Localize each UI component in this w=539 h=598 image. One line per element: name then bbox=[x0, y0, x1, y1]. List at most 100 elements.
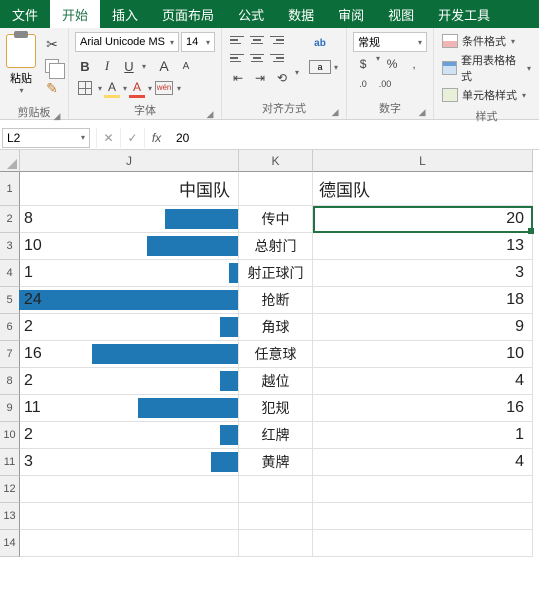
cell[interactable] bbox=[239, 172, 313, 206]
row-header[interactable]: 12 bbox=[0, 476, 20, 503]
chevron-down-icon[interactable]: ▾ bbox=[19, 86, 23, 95]
row-header[interactable]: 1 bbox=[0, 172, 20, 206]
cell[interactable] bbox=[313, 503, 533, 530]
italic-button[interactable]: I bbox=[97, 56, 117, 76]
cut-icon[interactable]: ✂ bbox=[42, 34, 62, 54]
fill-color-button[interactable]: A bbox=[104, 78, 120, 98]
font-size-select[interactable]: 14▾ bbox=[181, 32, 215, 52]
align-top-left[interactable] bbox=[228, 32, 246, 48]
formula-input[interactable] bbox=[168, 128, 539, 148]
chevron-down-icon[interactable]: ▾ bbox=[295, 68, 299, 88]
cell[interactable]: 1 bbox=[20, 260, 239, 287]
cell[interactable]: 9 bbox=[313, 314, 533, 341]
format-painter-icon[interactable]: ✎ bbox=[42, 78, 62, 98]
tab-review[interactable]: 审阅 bbox=[326, 0, 376, 28]
col-header-L[interactable]: L bbox=[313, 150, 533, 172]
cell[interactable]: 角球 bbox=[239, 314, 313, 341]
cell[interactable]: 犯规 bbox=[239, 395, 313, 422]
phonetic-button[interactable]: wén bbox=[154, 78, 174, 98]
row-header[interactable]: 2 bbox=[0, 206, 20, 233]
format-as-table-button[interactable]: 套用表格格式▾ bbox=[442, 51, 531, 85]
cell[interactable]: 18 bbox=[313, 287, 533, 314]
cell[interactable]: 德国队 bbox=[313, 172, 533, 206]
cell[interactable]: 11 bbox=[20, 395, 239, 422]
cells-area[interactable]: 中国队德国队8传中2010总射门131射正球门324抢断182角球916任意球1… bbox=[20, 172, 533, 557]
cell[interactable] bbox=[239, 503, 313, 530]
align-center[interactable] bbox=[248, 50, 266, 66]
tab-view[interactable]: 视图 bbox=[376, 0, 426, 28]
copy-icon[interactable] bbox=[42, 56, 62, 76]
paste-icon[interactable] bbox=[6, 34, 36, 68]
cell[interactable]: 任意球 bbox=[239, 341, 313, 368]
cell[interactable]: 传中 bbox=[239, 206, 313, 233]
decrease-indent-icon[interactable]: ⇤ bbox=[228, 68, 248, 88]
cell[interactable] bbox=[239, 476, 313, 503]
row-header[interactable]: 14 bbox=[0, 530, 20, 557]
cell[interactable]: 20 bbox=[313, 206, 533, 233]
chevron-down-icon[interactable]: ▾ bbox=[334, 63, 338, 72]
cell[interactable]: 10 bbox=[20, 233, 239, 260]
cell[interactable] bbox=[313, 530, 533, 557]
align-left[interactable] bbox=[228, 50, 246, 66]
select-all-corner[interactable] bbox=[0, 150, 20, 172]
cell[interactable] bbox=[20, 476, 239, 503]
cell[interactable]: 越位 bbox=[239, 368, 313, 395]
decrease-font-icon[interactable]: A bbox=[176, 56, 196, 76]
cell[interactable]: 3 bbox=[20, 449, 239, 476]
cell[interactable]: 抢断 bbox=[239, 287, 313, 314]
orientation-icon[interactable]: ⟲ bbox=[272, 68, 292, 88]
cell[interactable]: 8 bbox=[20, 206, 239, 233]
chevron-down-icon[interactable]: ▾ bbox=[123, 84, 127, 93]
cancel-formula-icon[interactable]: ✕ bbox=[96, 128, 120, 148]
cell[interactable]: 红牌 bbox=[239, 422, 313, 449]
row-header[interactable]: 10 bbox=[0, 422, 20, 449]
cell[interactable] bbox=[239, 530, 313, 557]
cell[interactable]: 1 bbox=[313, 422, 533, 449]
row-header[interactable]: 7 bbox=[0, 341, 20, 368]
increase-indent-icon[interactable]: ⇥ bbox=[250, 68, 270, 88]
fx-button[interactable]: fx bbox=[144, 128, 168, 148]
tab-page-layout[interactable]: 页面布局 bbox=[150, 0, 226, 28]
percent-button[interactable]: % bbox=[382, 54, 402, 74]
cell[interactable]: 3 bbox=[313, 260, 533, 287]
cell[interactable]: 13 bbox=[313, 233, 533, 260]
cell[interactable]: 24 bbox=[20, 287, 239, 314]
chevron-down-icon[interactable]: ▾ bbox=[376, 54, 380, 74]
cell-styles-button[interactable]: 单元格样式▾ bbox=[442, 86, 531, 104]
decrease-decimal-button[interactable]: .00 bbox=[375, 74, 395, 94]
align-right[interactable] bbox=[268, 50, 286, 66]
tab-insert[interactable]: 插入 bbox=[100, 0, 150, 28]
paste-button[interactable]: 粘贴 bbox=[10, 70, 32, 86]
cell[interactable]: 射正球门 bbox=[239, 260, 313, 287]
enter-formula-icon[interactable]: ✓ bbox=[120, 128, 144, 148]
cell[interactable] bbox=[20, 530, 239, 557]
cell[interactable] bbox=[20, 503, 239, 530]
cell[interactable]: 4 bbox=[313, 368, 533, 395]
dialog-launcher-icon[interactable]: ◢ bbox=[417, 107, 427, 117]
cell[interactable]: 中国队 bbox=[20, 172, 239, 206]
row-header[interactable]: 3 bbox=[0, 233, 20, 260]
font-color-button[interactable]: A bbox=[129, 78, 145, 98]
row-header[interactable]: 11 bbox=[0, 449, 20, 476]
align-top-right[interactable] bbox=[268, 32, 286, 48]
col-header-J[interactable]: J bbox=[20, 150, 239, 172]
name-box[interactable]: L2▾ bbox=[2, 128, 90, 148]
chevron-down-icon[interactable]: ▾ bbox=[148, 84, 152, 93]
row-header[interactable]: 8 bbox=[0, 368, 20, 395]
cell[interactable]: 2 bbox=[20, 368, 239, 395]
cell[interactable]: 总射门 bbox=[239, 233, 313, 260]
cell[interactable]: 2 bbox=[20, 314, 239, 341]
bold-button[interactable]: B bbox=[75, 56, 95, 76]
align-top-center[interactable] bbox=[248, 32, 266, 48]
row-header[interactable]: 6 bbox=[0, 314, 20, 341]
currency-button[interactable]: $ bbox=[353, 54, 373, 74]
dialog-launcher-icon[interactable]: ◢ bbox=[52, 111, 62, 121]
font-name-select[interactable]: Arial Unicode MS▾ bbox=[75, 32, 179, 52]
comma-button[interactable]: , bbox=[404, 54, 424, 74]
tab-home[interactable]: 开始 bbox=[50, 0, 100, 28]
conditional-formatting-button[interactable]: 条件格式▾ bbox=[442, 32, 531, 50]
merge-cells-icon[interactable]: a bbox=[309, 60, 331, 74]
cell[interactable]: 2 bbox=[20, 422, 239, 449]
cell[interactable]: 16 bbox=[20, 341, 239, 368]
tab-file[interactable]: 文件 bbox=[0, 0, 50, 28]
